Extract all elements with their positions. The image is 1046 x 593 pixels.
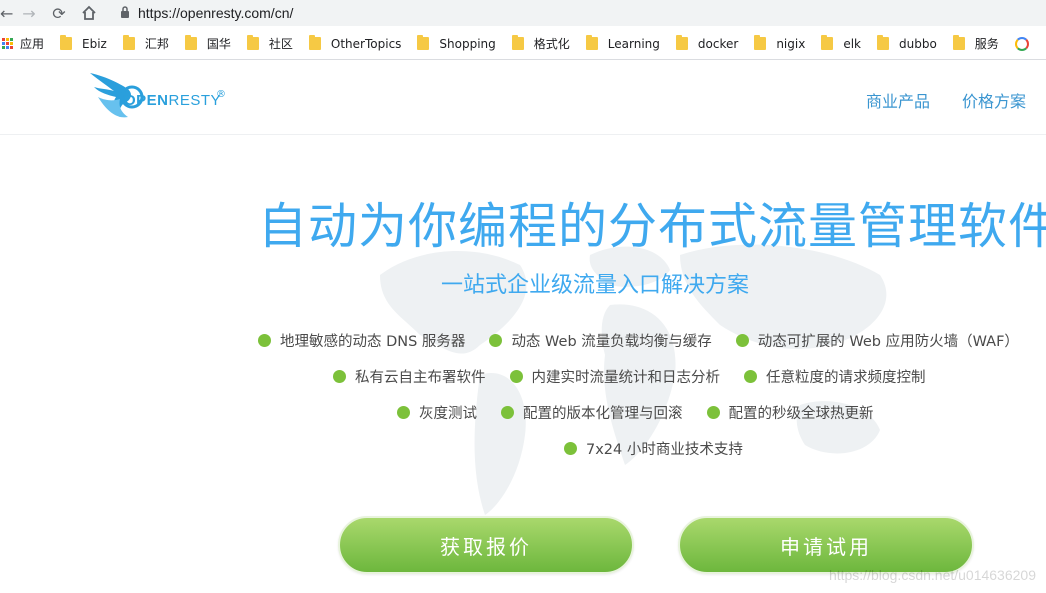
- bookmark-item[interactable]: Ebiz: [60, 28, 107, 59]
- hero-title: 自动为你编程的分布式流量管理软件: [258, 198, 1046, 255]
- folder-icon: [184, 35, 197, 50]
- folder-icon: [754, 35, 767, 50]
- folder-icon: [308, 35, 321, 50]
- folder-icon: [246, 35, 259, 50]
- features-row-1: 地理敏感的动态 DNS 服务器 动态 Web 流量负载均衡与缓存 动态可扩展的 …: [258, 330, 1019, 351]
- bullet-dot-icon: [501, 406, 514, 419]
- bookmark-item[interactable]: 汇邦: [122, 28, 169, 59]
- openresty-logo[interactable]: OPENRESTY ®: [88, 67, 238, 123]
- bookmarks-bar: 应用 Ebiz 汇邦 国华 社区 OtherTopics Shopping 格式化 Learni…: [0, 28, 1046, 60]
- folder-icon: [876, 35, 889, 50]
- arrow-right-icon: →: [22, 3, 36, 23]
- url-text: https://openresty.com/cn/: [138, 5, 294, 21]
- forward-button[interactable]: →: [14, 0, 44, 26]
- feature-item: 配置的秒级全球热更新: [706, 402, 874, 423]
- feature-item: 动态 Web 流量负载均衡与缓存: [489, 330, 712, 351]
- bullet-dot-icon: [744, 370, 757, 383]
- bookmark-label: 应用: [20, 37, 45, 51]
- google-icon: [1014, 36, 1029, 51]
- feature-item: 配置的版本化管理与回滚: [501, 402, 683, 423]
- feature-item: 任意粒度的请求频度控制: [744, 366, 926, 387]
- feature-item: 7x24 小时商业技术支持: [564, 438, 743, 459]
- nav-pricing-plans[interactable]: 价格方案: [962, 88, 1026, 112]
- folder-icon: [511, 35, 524, 50]
- blog-watermark: https://blog.csdn.net/u014636209: [828, 567, 1036, 583]
- feature-item: 地理敏感的动态 DNS 服务器: [258, 330, 465, 351]
- feature-item: 动态可扩展的 Web 应用防火墙（WAF）: [735, 330, 1019, 351]
- bookmark-label: Learning: [607, 36, 660, 51]
- bookmark-item[interactable]: 应用: [2, 28, 45, 59]
- bookmark-item[interactable]: docker: [675, 28, 739, 59]
- bookmark-label: Ebiz: [82, 36, 107, 51]
- bookmark-label: 国华: [206, 37, 231, 51]
- bookmark-item[interactable]: 格式化: [511, 28, 570, 59]
- registered-mark: ®: [216, 89, 226, 100]
- bookmark-label: nigix: [776, 36, 806, 51]
- main-nav: 商业产品 价格方案: [866, 88, 1026, 112]
- folder-icon: [952, 35, 965, 50]
- browser-toolbar: ← → ⟳ https://openresty.com/cn/: [0, 0, 1046, 26]
- folder-icon: [585, 35, 598, 50]
- bookmark-item[interactable]: 社区: [246, 28, 293, 59]
- bookmark-label: OtherTopics: [330, 36, 402, 51]
- bookmark-label: Shopping: [439, 36, 496, 51]
- bullet-dot-icon: [258, 334, 271, 347]
- folder-icon: [417, 35, 430, 50]
- folder-icon: [821, 35, 834, 50]
- nav-commercial-products[interactable]: 商业产品: [866, 88, 930, 112]
- back-button[interactable]: ←: [0, 0, 14, 26]
- bullet-dot-icon: [333, 370, 346, 383]
- bookmark-google[interactable]: [1014, 28, 1029, 59]
- bookmark-item[interactable]: elk: [821, 28, 861, 59]
- bookmark-label: 格式化: [533, 37, 570, 51]
- bookmark-item[interactable]: dubbo: [876, 28, 937, 59]
- bullet-dot-icon: [706, 406, 720, 419]
- bullet-dot-icon: [397, 406, 410, 419]
- bookmark-item[interactable]: OtherTopics: [308, 28, 402, 59]
- home-icon: [82, 5, 96, 20]
- feature-item: 内建实时流量统计和日志分析: [509, 366, 720, 387]
- apply-trial-button[interactable]: 申请试用: [678, 516, 974, 574]
- bookmark-item[interactable]: 国华: [184, 28, 231, 59]
- reload-button[interactable]: ⟳: [44, 0, 74, 26]
- bullet-dot-icon: [509, 370, 523, 383]
- hero-subtitle: 一站式企业级流量入口解决方案: [440, 273, 749, 298]
- features-row-2: 私有云自主布署软件 内建实时流量统计和日志分析 任意粒度的请求频度控制: [333, 366, 926, 387]
- folder-icon: [675, 35, 688, 50]
- reload-icon: ⟳: [52, 3, 66, 23]
- bullet-dot-icon: [735, 334, 749, 347]
- feature-item: 灰度测试: [397, 402, 477, 423]
- bookmark-label: dubbo: [898, 36, 937, 51]
- apps-grid-icon: [2, 37, 14, 50]
- bullet-dot-icon: [564, 442, 577, 455]
- features-row-4: 7x24 小时商业技术支持: [564, 438, 743, 459]
- bookmark-item[interactable]: Learning: [585, 28, 660, 59]
- feature-item: 私有云自主布署软件: [333, 366, 486, 387]
- address-bar[interactable]: https://openresty.com/cn/: [114, 0, 1046, 26]
- logo-wordmark: OPENRESTY: [124, 92, 222, 109]
- get-quote-button[interactable]: 获取报价: [338, 516, 634, 574]
- hero-section: 自动为你编程的分布式流量管理软件 一站式企业级流量入口解决方案 地理敏感的动态 …: [0, 135, 1046, 593]
- bookmark-item[interactable]: nigix: [754, 28, 806, 59]
- bookmark-label: docker: [697, 36, 739, 51]
- home-button[interactable]: [74, 0, 104, 26]
- features-row-3: 灰度测试 配置的版本化管理与回滚 配置的秒级全球热更新: [397, 402, 874, 423]
- site-header: OPENRESTY ® 商业产品 价格方案: [0, 61, 1046, 135]
- bookmark-label: 汇邦: [144, 37, 169, 51]
- bookmark-label: 社区: [268, 37, 293, 51]
- bookmark-label: 服务: [974, 37, 999, 51]
- bookmark-item[interactable]: Shopping: [417, 28, 496, 59]
- bookmark-item[interactable]: 服务: [952, 28, 999, 59]
- folder-icon: [60, 35, 73, 50]
- bullet-dot-icon: [489, 334, 503, 347]
- arrow-left-icon: ←: [0, 3, 14, 23]
- folder-icon: [122, 35, 135, 50]
- lock-icon: [120, 5, 130, 21]
- bookmark-label: elk: [843, 36, 861, 51]
